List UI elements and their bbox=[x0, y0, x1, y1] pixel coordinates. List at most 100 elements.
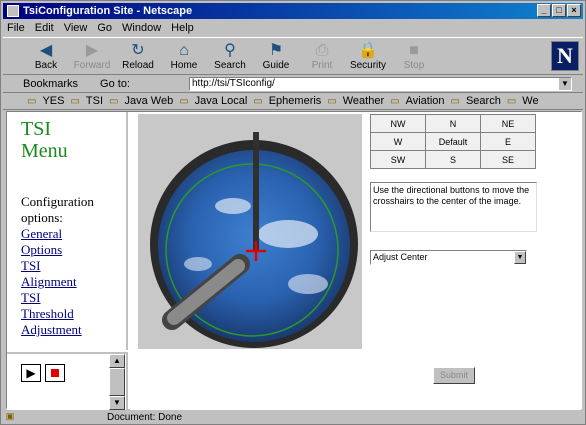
security-lock-icon: 🔒 bbox=[358, 41, 378, 59]
cloud bbox=[215, 198, 251, 214]
toolbar-button-label: Search bbox=[214, 59, 246, 71]
link-general[interactable]: General bbox=[21, 226, 94, 242]
menu-file[interactable]: File bbox=[7, 22, 25, 34]
personal-bookmark[interactable]: Aviation bbox=[406, 95, 445, 107]
folder-icon: ▭ bbox=[179, 95, 189, 107]
scroll-up-icon[interactable]: ▲ bbox=[109, 354, 125, 368]
direction-button-ne[interactable]: NE bbox=[480, 114, 536, 133]
menu-window[interactable]: Window bbox=[122, 22, 161, 34]
toolbar-button-label: Guide bbox=[262, 59, 290, 71]
menu-title-line1: TSI bbox=[21, 118, 51, 140]
page-content: TSI Menu Configuration options: General … bbox=[6, 111, 582, 410]
personal-bookmark[interactable]: YES bbox=[42, 95, 64, 107]
stop-button[interactable] bbox=[45, 364, 65, 382]
search-button[interactable]: ⚲ Search bbox=[207, 38, 253, 74]
folder-icon: ▭ bbox=[327, 95, 337, 107]
personal-bookmark[interactable]: TSI bbox=[86, 95, 103, 107]
security-status-icon[interactable]: ▣ bbox=[3, 411, 17, 423]
location-bar: Bookmarks Go to: http://tsi/TSIconfig/ ▼ bbox=[3, 76, 583, 93]
netscape-app-icon bbox=[7, 5, 19, 17]
direction-button-sw[interactable]: SW bbox=[370, 150, 426, 169]
direction-button-default[interactable]: Default bbox=[425, 132, 481, 151]
personal-bookmark[interactable]: Weather bbox=[343, 95, 384, 107]
window-controls: _ □ × bbox=[537, 4, 581, 17]
instructions-text: Use the directional buttons to move the … bbox=[370, 182, 537, 232]
play-button[interactable]: ▶ bbox=[21, 364, 41, 382]
security-button[interactable]: 🔒 Security bbox=[345, 38, 391, 74]
home-button[interactable]: ⌂ Home bbox=[161, 38, 207, 74]
print-button[interactable]: ⎙ Print bbox=[299, 38, 345, 74]
chevron-down-icon[interactable]: ▼ bbox=[514, 251, 526, 264]
link-adjustment[interactable]: Adjustment bbox=[21, 322, 94, 338]
personal-bookmark[interactable]: Ephemeris bbox=[269, 95, 322, 107]
link-alignment[interactable]: Alignment bbox=[21, 274, 94, 290]
link-tsi-threshold-1[interactable]: TSI bbox=[21, 290, 94, 306]
personal-bookmark[interactable]: Java Local bbox=[195, 95, 248, 107]
adjust-mode-value: Adjust Center bbox=[373, 252, 428, 262]
maximize-button[interactable]: □ bbox=[552, 4, 566, 17]
menu-go[interactable]: Go bbox=[97, 22, 112, 34]
scroll-thumb[interactable] bbox=[109, 368, 125, 396]
direction-button-nw[interactable]: NW bbox=[370, 114, 426, 133]
cloud bbox=[184, 257, 212, 271]
folder-icon: ▭ bbox=[450, 95, 460, 107]
menu-help[interactable]: Help bbox=[171, 22, 194, 34]
folder-icon: ▭ bbox=[253, 95, 263, 107]
menu-title: TSI Menu bbox=[21, 118, 68, 162]
guide-button[interactable]: ⚑ Guide bbox=[253, 38, 299, 74]
stop-button[interactable]: ■ Stop bbox=[391, 38, 437, 74]
folder-icon: ▭ bbox=[109, 95, 119, 107]
adjust-mode-select[interactable]: Adjust Center ▼ bbox=[370, 250, 527, 265]
direction-row: SW S SE bbox=[370, 150, 536, 169]
personal-toolbar: ▭ YES ▭ TSI ▭ Java Web ▭ Java Local ▭ Ephemeris ▭ W… bbox=[3, 93, 583, 110]
url-text: http://tsi/TSIconfig/ bbox=[192, 78, 275, 89]
title-bar: TsiConfiguration Site - Netscape _ □ × bbox=[3, 3, 583, 19]
print-icon: ⎙ bbox=[315, 41, 329, 59]
forward-button[interactable]: ▶ Forward bbox=[69, 38, 115, 74]
toolbar-button-label: Security bbox=[349, 59, 387, 71]
config-options: Configuration options: General Options T… bbox=[21, 194, 94, 338]
menu-edit[interactable]: Edit bbox=[35, 22, 54, 34]
search-icon: ⚲ bbox=[224, 41, 236, 59]
toolbar-button-label: Stop bbox=[403, 59, 425, 71]
direction-button-s[interactable]: S bbox=[425, 150, 481, 169]
sky-image[interactable] bbox=[138, 114, 362, 349]
menu-view[interactable]: View bbox=[64, 22, 88, 34]
scroll-down-icon[interactable]: ▼ bbox=[109, 396, 125, 410]
close-button[interactable]: × bbox=[567, 4, 581, 17]
link-tsi-alignment-1[interactable]: TSI bbox=[21, 258, 94, 274]
cloud bbox=[288, 274, 328, 294]
direction-button-n[interactable]: N bbox=[425, 114, 481, 133]
toolbar-button-label: Home bbox=[170, 59, 198, 71]
config-heading-line1: Configuration bbox=[21, 194, 94, 209]
folder-icon: ▭ bbox=[27, 95, 37, 107]
bookmarks-button[interactable]: Bookmarks bbox=[23, 78, 78, 90]
folder-icon: ▭ bbox=[70, 95, 80, 107]
direction-button-se[interactable]: SE bbox=[480, 150, 536, 169]
personal-bookmark[interactable]: Java Web bbox=[125, 95, 174, 107]
menu-bar: File Edit View Go Window Help bbox=[3, 20, 194, 36]
back-button[interactable]: ◀ Back bbox=[23, 38, 69, 74]
status-text: Document: Done bbox=[107, 411, 183, 423]
direction-button-e[interactable]: E bbox=[480, 132, 536, 151]
personal-bookmark[interactable]: Search bbox=[466, 95, 501, 107]
toolbar-button-label: Forward bbox=[73, 59, 111, 71]
status-bar: ▣ Document: Done bbox=[3, 410, 583, 424]
url-dropdown-icon[interactable]: ▼ bbox=[559, 78, 571, 90]
toolbar-button-label: Back bbox=[34, 59, 58, 71]
control-frame-scrollbar[interactable]: ▲ ▼ bbox=[109, 354, 125, 410]
forward-arrow-icon: ▶ bbox=[85, 41, 99, 59]
link-threshold[interactable]: Threshold bbox=[21, 306, 94, 322]
personal-bookmark[interactable]: We bbox=[522, 95, 538, 107]
reload-button[interactable]: ↻ Reload bbox=[115, 38, 161, 74]
menu-title-line2: Menu bbox=[21, 140, 68, 162]
link-options[interactable]: Options bbox=[21, 242, 94, 258]
navigation-toolbar: ◀ Back ▶ Forward ↻ Reload ⌂ Home ⚲ Search ⚑ Guide ⎙ P… bbox=[3, 37, 583, 75]
cloud bbox=[258, 220, 318, 248]
url-input[interactable]: http://tsi/TSIconfig/ ▼ bbox=[189, 77, 572, 91]
minimize-button[interactable]: _ bbox=[537, 4, 551, 17]
netscape-logo[interactable]: N bbox=[551, 41, 579, 71]
direction-button-w[interactable]: W bbox=[370, 132, 426, 151]
submit-button[interactable]: Submit bbox=[433, 367, 475, 384]
goto-label: Go to: bbox=[100, 78, 130, 90]
